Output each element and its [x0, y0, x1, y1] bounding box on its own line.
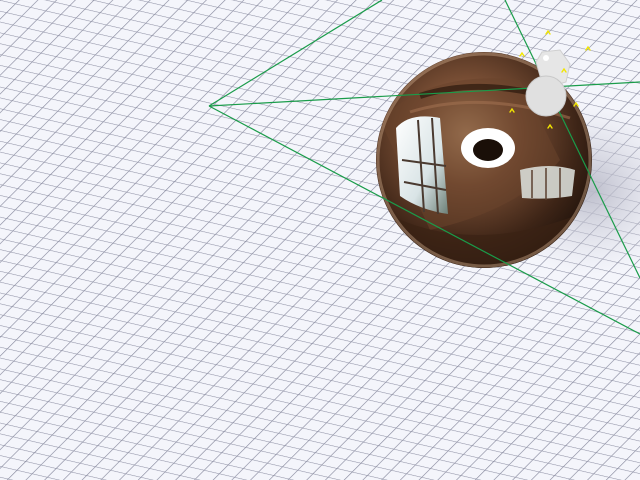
3d-viewport[interactable] — [0, 0, 640, 480]
scene-canvas[interactable] — [0, 0, 640, 480]
